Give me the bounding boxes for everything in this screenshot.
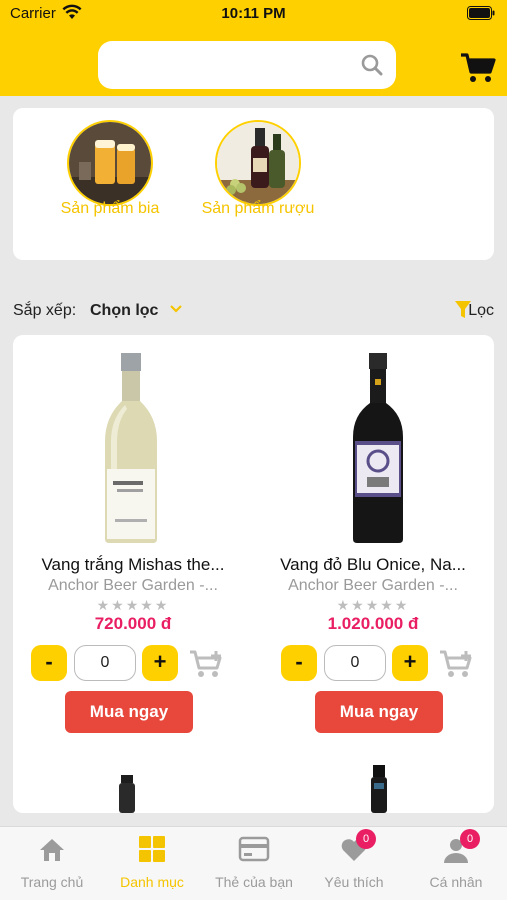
tab-label: Cá nhân [429, 874, 483, 890]
wine-category-image [215, 120, 301, 206]
product-price: 720.000 đ [94, 614, 172, 633]
product-card[interactable]: Vang đỏ Blu Onice, Na... Anchor Beer Gar… [253, 335, 493, 755]
rating-stars: ★★★★★ [96, 597, 170, 613]
tab-home[interactable]: Trang chủ [2, 833, 102, 890]
tab-label: Yêu thích [324, 874, 384, 890]
sort-row: Sắp xếp: Chọn lọc Lọc [13, 300, 494, 324]
product-name[interactable]: Vang trắng Mishas the... [13, 555, 253, 575]
decrease-button[interactable]: - [31, 645, 67, 681]
tab-categories[interactable]: Danh mục [102, 833, 202, 890]
search-input[interactable] [98, 41, 396, 89]
tab-bar: Trang chủ Danh mục Thẻ của bạn 0 Yêu thí… [0, 826, 507, 900]
tab-profile[interactable]: 0 Cá nhân [406, 829, 506, 890]
search-icon[interactable] [360, 53, 384, 77]
tab-label: Danh mục [120, 874, 184, 890]
category-beer[interactable]: Sản phẩm bia [35, 120, 185, 224]
tab-favorites[interactable]: 0 Yêu thích [304, 829, 404, 890]
tab-label: Thẻ của bạn [215, 874, 293, 890]
product-shop: Anchor Beer Garden -... [48, 577, 218, 594]
beer-category-image [67, 120, 153, 206]
decrease-button[interactable]: - [281, 645, 317, 681]
add-to-cart-icon[interactable] [439, 649, 475, 679]
sort-label: Sắp xếp: [13, 302, 77, 319]
card-icon [238, 836, 270, 862]
category-wine[interactable]: Sản phẩm rượu [183, 120, 333, 224]
filter-button[interactable]: Lọc [434, 300, 494, 324]
category-label: Sản phẩm bia [60, 200, 160, 217]
cart-icon[interactable] [460, 52, 496, 84]
product-image-partial[interactable] [111, 773, 141, 813]
buy-now-button[interactable]: Mua ngay [65, 691, 193, 733]
product-image-white-wine[interactable] [13, 349, 253, 545]
profile-badge: 0 [460, 829, 480, 849]
product-card[interactable]: Vang trắng Mishas the... Anchor Beer Gar… [13, 335, 253, 755]
sort-dropdown[interactable]: Chọn lọc [90, 302, 158, 320]
tab-label: Trang chủ [20, 874, 84, 890]
product-price: 1.020.000 đ [327, 614, 419, 633]
product-grid: Vang trắng Mishas the... Anchor Beer Gar… [13, 335, 494, 813]
header [0, 30, 507, 96]
product-name[interactable]: Vang đỏ Blu Onice, Na... [253, 555, 493, 575]
increase-button[interactable]: + [392, 645, 428, 681]
category-card: Sản phẩm bia Sản phẩm rượu [13, 108, 494, 260]
filter-label: Lọc [468, 302, 494, 319]
chevron-down-icon[interactable] [169, 303, 183, 315]
add-to-cart-icon[interactable] [189, 649, 225, 679]
quantity-field[interactable]: 0 [324, 645, 386, 681]
product-shop: Anchor Beer Garden -... [288, 577, 458, 594]
favorites-badge: 0 [356, 829, 376, 849]
quantity-field[interactable]: 0 [74, 645, 136, 681]
status-bar: Carrier 10:11 PM [0, 0, 507, 30]
home-icon [40, 839, 64, 861]
product-image-red-wine[interactable] [253, 349, 493, 545]
category-label: Sản phẩm rượu [201, 200, 315, 217]
tab-cards[interactable]: Thẻ của bạn [204, 833, 304, 890]
rating-stars: ★★★★★ [336, 597, 410, 613]
battery-icon [467, 6, 495, 20]
grid-icon [139, 836, 165, 862]
product-image-partial[interactable] [363, 763, 393, 813]
increase-button[interactable]: + [142, 645, 178, 681]
clock: 10:11 PM [221, 5, 286, 22]
buy-now-button[interactable]: Mua ngay [315, 691, 443, 733]
